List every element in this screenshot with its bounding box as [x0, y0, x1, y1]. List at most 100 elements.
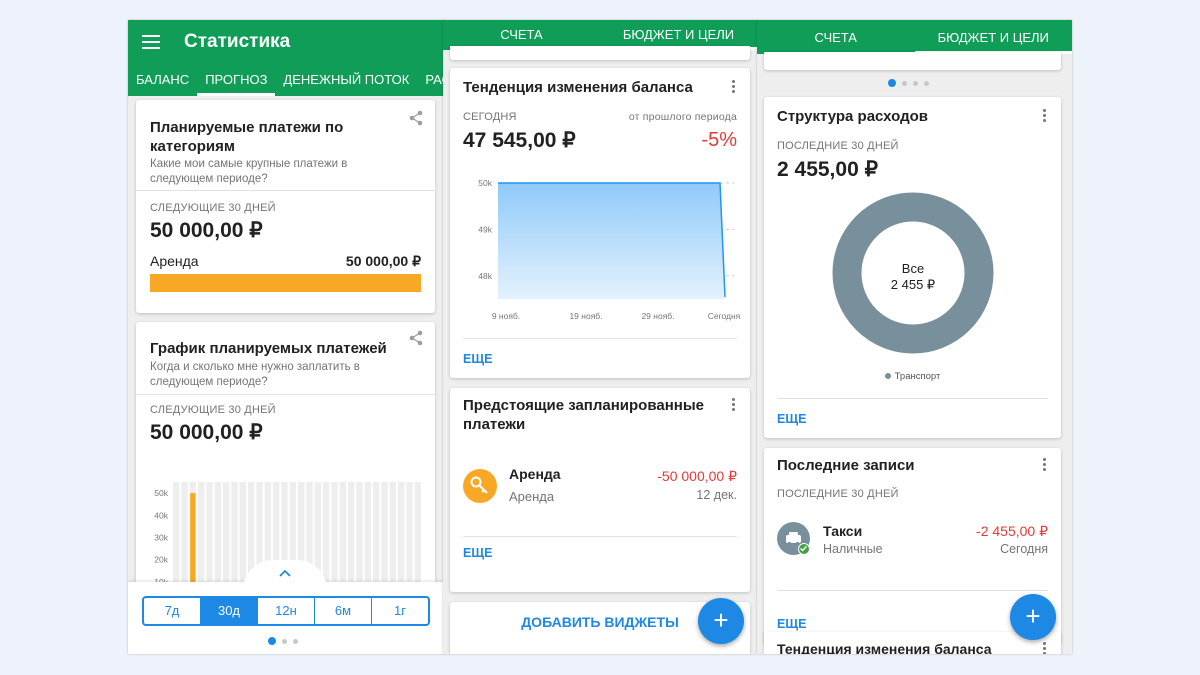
card-title: Планируемые платежи по категориям: [150, 119, 344, 155]
period-label: ПОСЛЕДНИЕ 30 ДНЕЙ: [777, 140, 899, 152]
period-label: ПОСЛЕДНИЕ 30 ДНЕЙ: [777, 488, 899, 500]
more-options-icon[interactable]: [1043, 458, 1047, 473]
card-subtitle: Какие мои самые крупные платежи в следую…: [150, 158, 348, 185]
today-label: СЕГОДНЯ: [463, 111, 517, 123]
category-progress-track: [150, 274, 421, 292]
period-30d[interactable]: 30д: [201, 598, 258, 624]
card-title: Тенденция изменения баланса: [777, 641, 992, 654]
payment-name: Аренда: [509, 466, 561, 482]
payment-avatar: [463, 469, 497, 503]
tab-expenses[interactable]: РАС: [417, 64, 444, 96]
add-record-fab[interactable]: +: [1010, 594, 1056, 640]
record-account: Наличные: [823, 542, 883, 556]
donut-center-label: Все: [901, 261, 925, 276]
period-6m[interactable]: 6м: [315, 598, 372, 624]
divider: [777, 398, 1048, 399]
more-options-icon[interactable]: [1043, 642, 1047, 654]
x-tick-label: 29 нояб.: [641, 311, 674, 321]
total-amount: 50 000,00 ₽: [150, 219, 263, 242]
page-indicator: [268, 637, 298, 645]
divider: [136, 394, 435, 395]
share-icon[interactable]: [408, 110, 424, 126]
donut-center-value: 2 455 ₽: [890, 277, 936, 292]
y-tick-label: 50k: [154, 488, 168, 498]
balance-trend-card-partial: Тенденция изменения баланса: [764, 632, 1061, 654]
previous-card-edge: [450, 46, 750, 60]
card-title: Последние записи: [777, 457, 915, 474]
card-title: Предстоящие запланированные платежи: [463, 397, 704, 433]
more-options-icon[interactable]: [1043, 109, 1047, 124]
divider: [136, 190, 435, 191]
more-options-icon[interactable]: [732, 80, 736, 95]
payment-amount: -50 000,00 ₽: [657, 468, 737, 484]
divider: [463, 536, 737, 537]
plus-icon: +: [713, 605, 729, 635]
change-percent: -5%: [701, 129, 737, 151]
divider: [463, 338, 737, 339]
statistics-screen: Статистика БАЛАНС ПРОГНОЗ ДЕНЕЖНЫЙ ПОТОК…: [128, 20, 444, 654]
divider: [777, 590, 1048, 591]
record-date: Сегодня: [1000, 542, 1048, 556]
statistics-tabs: БАЛАНС ПРОГНОЗ ДЕНЕЖНЫЙ ПОТОК РАС: [128, 64, 444, 96]
chevron-up-icon: [279, 569, 291, 577]
total-amount: 50 000,00 ₽: [150, 421, 263, 444]
y-tick-label: 40k: [154, 510, 168, 520]
card-title: Тенденция изменения баланса: [463, 79, 693, 96]
card-title: График планируемых платежей: [150, 340, 387, 357]
app-header: Статистика БАЛАНС ПРОГНОЗ ДЕНЕЖНЫЙ ПОТОК…: [128, 20, 444, 96]
more-options-icon[interactable]: [732, 398, 736, 413]
card-title: Структура расходов: [777, 108, 929, 125]
x-tick-label: 19 нояб.: [569, 311, 602, 321]
page-indicator: [888, 79, 929, 87]
tab-budget-goals[interactable]: БЮДЖЕТ И ЦЕЛИ: [914, 20, 1073, 54]
category-progress-bar: [150, 274, 421, 292]
balance-trend-chart: 50k 49k 48k 9 нояб. 19 нояб. 29 нояб. Сегодня: [478, 178, 741, 321]
card-subtitle: Когда и сколько мне нужно заплатить в сл…: [150, 361, 360, 388]
tab-accounts[interactable]: СЧЕТА: [757, 20, 915, 54]
menu-icon[interactable]: [142, 35, 160, 49]
add-widgets-label: ДОБАВИТЬ ВИДЖЕТЫ: [521, 614, 679, 630]
y-tick-label: 30k: [154, 532, 168, 542]
upcoming-payments-card: Предстоящие запланированные платежи Арен…: [450, 388, 750, 592]
records-more-link[interactable]: ЕЩЕ: [777, 617, 806, 631]
period-segmented-control: 7д 30д 12н 6м 1г: [142, 596, 430, 626]
legend-label: Транспорт: [894, 371, 941, 382]
y-tick-label: 50k: [478, 178, 492, 188]
cleared-check-icon: [798, 543, 810, 555]
plus-icon: +: [1025, 601, 1041, 631]
key-icon: [470, 476, 488, 494]
y-tick-label: 20k: [154, 555, 168, 565]
x-tick-label: Сегодня: [708, 311, 741, 321]
y-tick-label: 48k: [478, 271, 492, 281]
expenses-amount: 2 455,00 ₽: [777, 158, 878, 181]
previous-card-edge: [764, 52, 1061, 70]
upcoming-more-link[interactable]: ЕЩЕ: [463, 546, 492, 560]
balance-amount: 47 545,00 ₽: [463, 129, 576, 152]
chart-legend: Транспорт: [764, 371, 1061, 382]
expenses-structure-card: Структура расходов ПОСЛЕДНИЕ 30 ДНЕЙ 2 4…: [764, 97, 1061, 438]
record-amount: -2 455,00 ₽: [976, 523, 1048, 539]
y-tick-label: 49k: [478, 224, 492, 234]
expenses-more-link[interactable]: ЕЩЕ: [777, 412, 806, 426]
category-amount: 50 000,00 ₽: [345, 253, 421, 269]
legend-marker: [884, 373, 891, 379]
share-icon[interactable]: [408, 330, 424, 346]
balance-trend-card: Тенденция изменения баланса СЕГОДНЯ от п…: [450, 68, 750, 378]
period-12w[interactable]: 12н: [258, 598, 315, 624]
payment-date: 12 дек.: [696, 488, 737, 502]
tab-forecast[interactable]: ПРОГНОЗ: [197, 64, 276, 96]
record-avatar: [777, 522, 810, 555]
tab-balance[interactable]: БАЛАНС: [128, 64, 197, 96]
category-name: Аренда: [150, 253, 199, 269]
tab-cash-flow[interactable]: ДЕНЕЖНЫЙ ПОТОК: [275, 64, 417, 96]
dashboard-tabs: СЧЕТА БЮДЖЕТ И ЦЕЛИ: [757, 20, 1072, 54]
period-1y[interactable]: 1г: [372, 598, 428, 624]
balance-area: [498, 183, 725, 299]
planned-payments-by-category-card: Планируемые платежи по категориям Какие …: [136, 100, 435, 313]
add-record-fab[interactable]: +: [698, 598, 744, 644]
app-title: Статистика: [184, 31, 291, 52]
payment-category: Аренда: [509, 489, 555, 504]
compare-label: от прошлого периода: [628, 111, 737, 123]
period-7d[interactable]: 7д: [144, 598, 201, 624]
balance-more-link[interactable]: ЕЩЕ: [463, 352, 492, 366]
